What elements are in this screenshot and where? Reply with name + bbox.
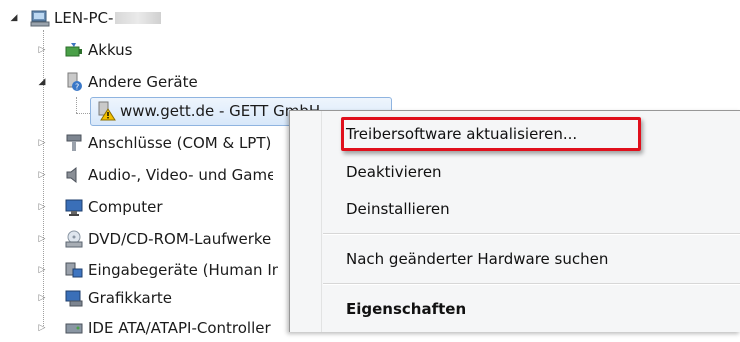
menu-item-disable[interactable]: Deaktivieren <box>346 155 442 189</box>
highlight-box <box>341 117 641 151</box>
computer-icon <box>30 8 50 28</box>
tree-item-label: Akkus <box>88 41 133 59</box>
tree-item-label: Anschlüsse (COM & LPT) <box>88 134 272 152</box>
menu-item-uninstall[interactable]: Deinstallieren <box>346 192 450 226</box>
port-icon <box>64 133 84 153</box>
tree-item-label: Eingabegeräte (Human Interface Devices) <box>88 261 278 279</box>
tree-item-grafikkarte[interactable]: ▷ Grafikkarte <box>0 284 172 312</box>
tree-item-eingabegeraete[interactable]: ▷ Eingabegeräte (Human Interface Devices… <box>0 256 278 284</box>
menu-separator <box>323 233 740 235</box>
tree-item-label: IDE ATA/ATAPI-Controller <box>88 319 271 337</box>
menu-item-properties[interactable]: Eigenschaften <box>346 292 466 326</box>
warning-device-icon <box>96 101 116 121</box>
expand-arrow-icon[interactable]: ▷ <box>36 292 48 304</box>
unknown-device-icon: ? <box>64 72 84 92</box>
menu-gutter <box>321 111 322 332</box>
tree-item-ide[interactable]: ▷ IDE ATA/ATAPI-Controller <box>0 314 278 342</box>
tree-item-label: Andere Geräte <box>88 73 198 91</box>
tree-item-audio[interactable]: ▷ Audio-, Video- und Gamecontroller <box>0 161 273 189</box>
collapse-arrow-icon[interactable]: ◢ <box>8 12 20 24</box>
collapse-arrow-icon[interactable]: ◢ <box>36 76 48 88</box>
tree-item-label: Audio-, Video- und Gamecontroller <box>88 166 273 184</box>
ide-controller-icon <box>64 318 84 338</box>
speaker-icon <box>64 165 84 185</box>
expand-arrow-icon[interactable]: ▷ <box>36 233 48 245</box>
tree-root[interactable]: ◢ LEN-PC- <box>0 4 162 32</box>
monitor-icon <box>64 197 84 217</box>
expand-arrow-icon[interactable]: ▷ <box>36 169 48 181</box>
expand-arrow-icon[interactable]: ▷ <box>36 201 48 213</box>
input-device-icon <box>64 260 84 280</box>
tree-item-computer[interactable]: ▷ Computer <box>0 193 163 221</box>
expand-arrow-icon[interactable]: ▷ <box>36 264 48 276</box>
menu-separator <box>323 283 740 285</box>
redacted-text <box>115 12 162 24</box>
expand-arrow-icon[interactable]: ▷ <box>36 322 48 334</box>
tree-item-dvd[interactable]: ▷ DVD/CD-ROM-Laufwerke <box>0 225 273 253</box>
tree-item-andere-geraete[interactable]: ◢ ? Andere Geräte <box>0 68 198 96</box>
expand-arrow-icon[interactable]: ▷ <box>36 137 48 149</box>
tree-item-label: Computer <box>88 198 163 216</box>
battery-icon <box>64 40 84 60</box>
dvd-drive-icon <box>64 229 84 249</box>
display-adapter-icon <box>64 288 84 308</box>
menu-item-scan-hardware[interactable]: Nach geänderter Hardware suchen <box>346 242 608 276</box>
tree-item-anschluesse[interactable]: ▷ Anschlüsse (COM & LPT) <box>0 129 273 157</box>
tree-item-label: Grafikkarte <box>88 289 173 307</box>
expand-arrow-icon[interactable]: ▷ <box>36 44 48 56</box>
tree-item-akkus[interactable]: ▷ Akkus <box>0 36 133 64</box>
tree-root-label: LEN-PC- <box>54 9 114 27</box>
tree-item-label: DVD/CD-ROM-Laufwerke <box>88 230 272 248</box>
svg-text:?: ? <box>75 83 79 92</box>
